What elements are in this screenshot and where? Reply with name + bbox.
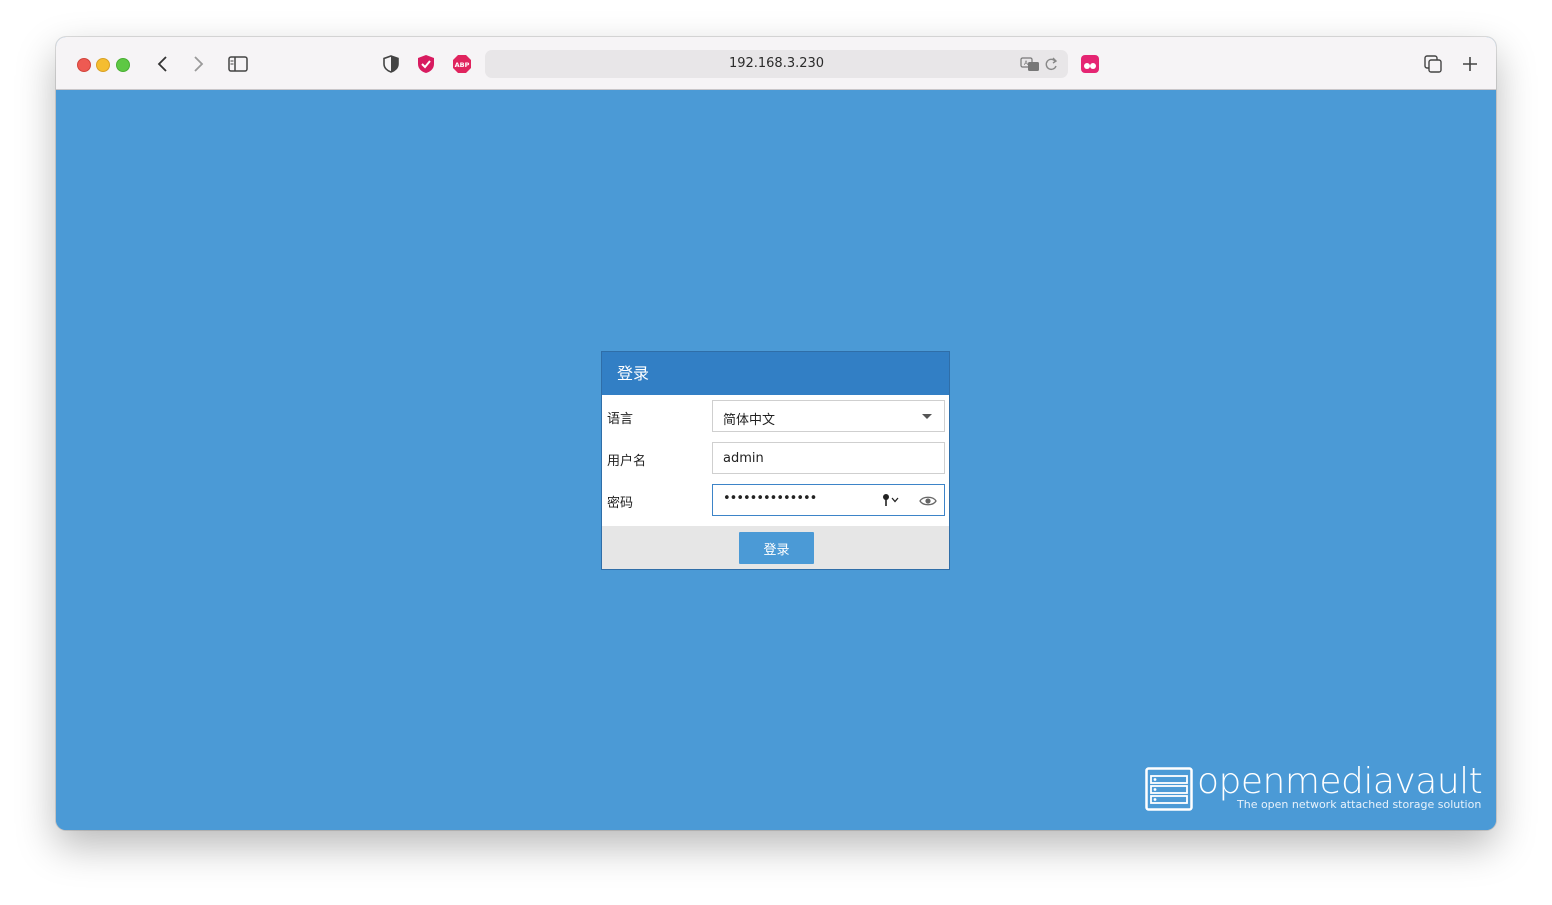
adblock-icon[interactable]: ABP — [451, 53, 473, 75]
language-value: 简体中文 — [723, 413, 776, 428]
new-tab-icon[interactable] — [1459, 53, 1481, 75]
minimize-window-button[interactable] — [96, 58, 110, 72]
brand-tagline: The open network attached storage soluti… — [1237, 798, 1482, 811]
language-label: 语言 — [607, 412, 634, 427]
username-value: admin — [723, 451, 764, 466]
password-key-icon[interactable] — [882, 491, 902, 509]
language-row: 语言 简体中文 — [602, 400, 949, 432]
login-button[interactable]: 登录 — [739, 532, 814, 564]
openmediavault-logo: openmediavault The open network attached… — [1145, 761, 1483, 813]
tabs-overview-icon[interactable] — [1422, 53, 1444, 75]
password-input[interactable]: •••••••••••••• — [712, 484, 945, 516]
username-input[interactable]: admin — [712, 442, 945, 474]
password-label: 密码 — [607, 496, 634, 511]
forward-icon[interactable] — [187, 53, 209, 75]
login-dialog: 登录 语言 简体中文 用户名 admin 密码 •••••••••••••• 登… — [601, 351, 950, 570]
storage-server-logo-icon — [1145, 767, 1193, 811]
browser-toolbar: ABP 192.168.3.230 A — [56, 37, 1496, 90]
browser-window: ABP 192.168.3.230 A 登录 语言 简体中文 用户名 admin… — [56, 37, 1496, 830]
username-label: 用户名 — [607, 454, 647, 469]
privacy-shield-icon[interactable] — [380, 53, 402, 75]
back-icon[interactable] — [152, 53, 174, 75]
password-row: 密码 •••••••••••••• — [602, 484, 949, 516]
extension-check-icon[interactable] — [415, 53, 437, 75]
page-content: 登录 语言 简体中文 用户名 admin 密码 •••••••••••••• 登… — [56, 90, 1496, 830]
username-row: 用户名 admin — [602, 442, 949, 474]
extension-pink-icon[interactable] — [1079, 53, 1101, 75]
show-password-eye-icon[interactable] — [919, 493, 937, 512]
dialog-footer: 登录 — [602, 526, 949, 569]
svg-text:ABP: ABP — [455, 61, 470, 69]
dropdown-caret-icon[interactable] — [922, 414, 932, 419]
address-bar[interactable]: 192.168.3.230 A — [485, 50, 1068, 78]
password-value: •••••••••••••• — [723, 491, 817, 506]
dialog-title: 登录 — [602, 352, 949, 395]
address-url: 192.168.3.230 — [728, 56, 825, 71]
translate-icon[interactable]: A — [1020, 56, 1040, 76]
close-window-button[interactable] — [77, 58, 91, 72]
sidebar-icon[interactable] — [227, 53, 249, 75]
fullscreen-window-button[interactable] — [116, 58, 130, 72]
language-select[interactable]: 简体中文 — [712, 400, 945, 432]
reload-icon[interactable] — [1044, 56, 1058, 76]
brand-name: openmediavault — [1197, 761, 1483, 802]
